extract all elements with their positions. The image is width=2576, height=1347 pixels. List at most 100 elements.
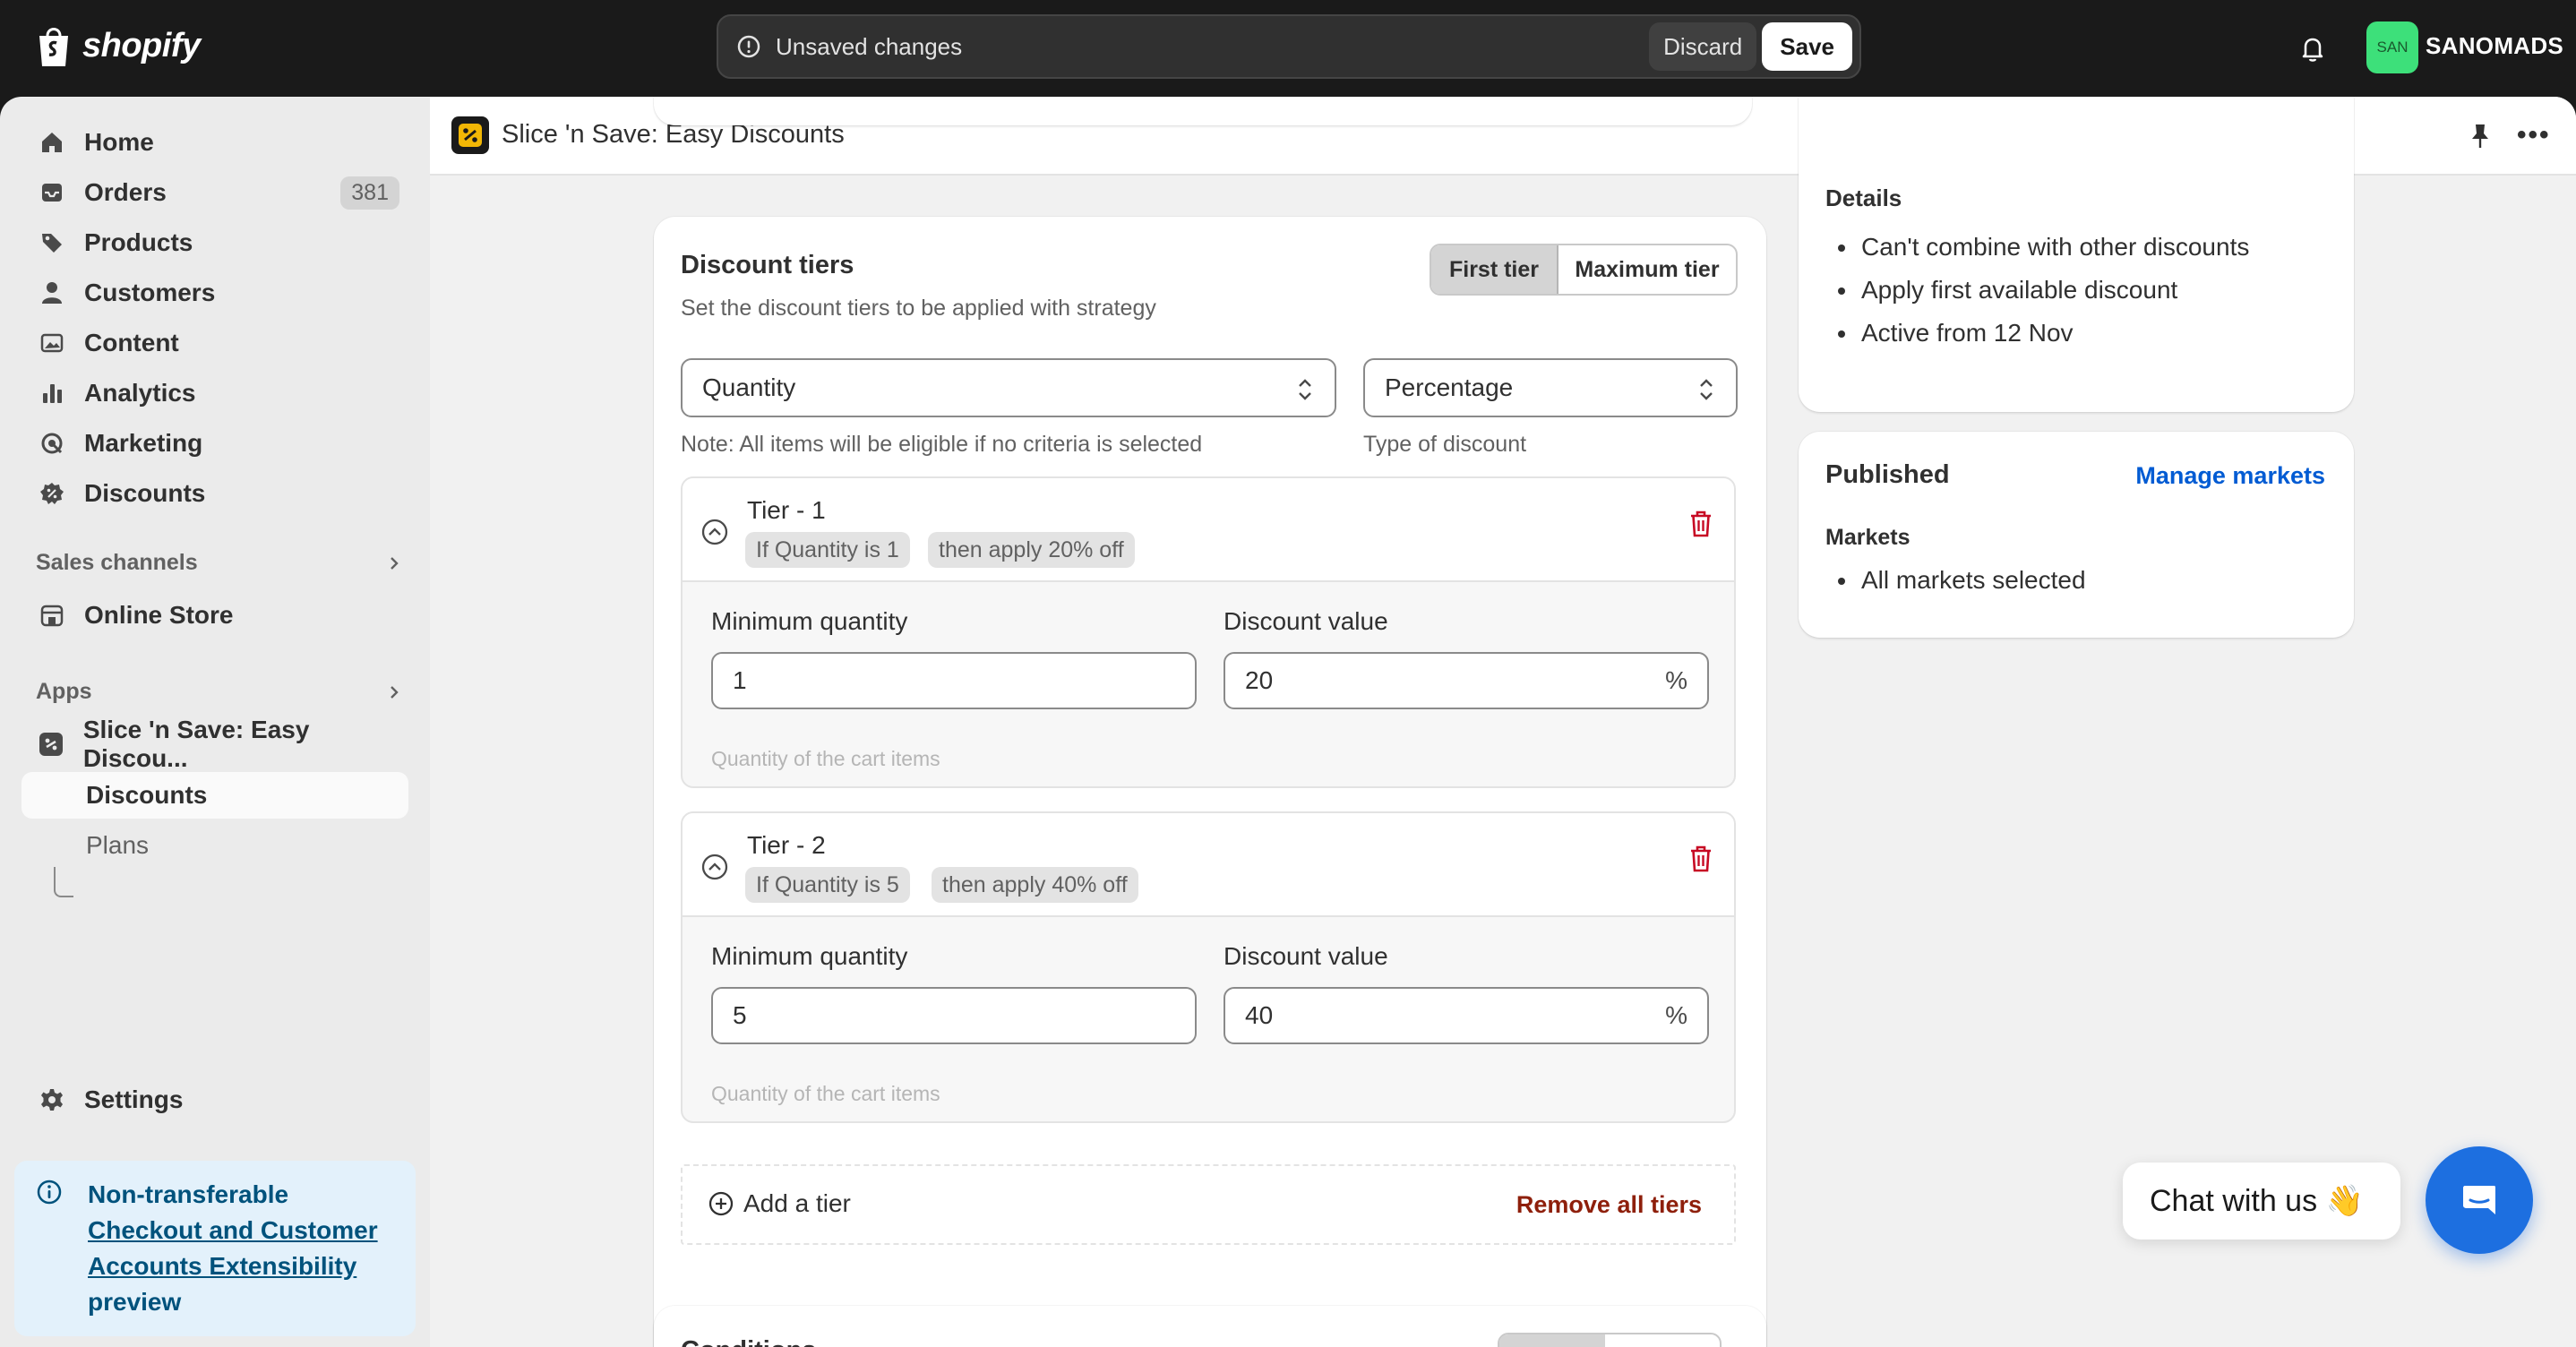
criteria-select[interactable]: Quantity: [681, 358, 1336, 417]
store-avatar[interactable]: SAN: [2366, 21, 2418, 73]
shopify-logo[interactable]: shopify: [34, 23, 201, 68]
discount-value-input[interactable]: 40 %: [1224, 987, 1709, 1044]
tier-result-tag: then apply 20% off: [928, 532, 1135, 568]
info-icon: [37, 1180, 62, 1205]
sidebar-item-products[interactable]: Products: [21, 219, 408, 267]
tier-condition-tag: If Quantity is 1: [745, 532, 910, 568]
sidebar-item-marketing[interactable]: Marketing: [21, 419, 408, 468]
sidebar-item-online-store[interactable]: Online Store: [21, 591, 408, 639]
app-icon: [38, 730, 65, 759]
save-button[interactable]: Save: [1762, 22, 1852, 71]
discount-type-select[interactable]: Percentage: [1363, 358, 1738, 417]
discount-value-label: Discount value: [1224, 607, 1388, 635]
conditions-toggle[interactable]: [1498, 1333, 1722, 1347]
target-icon: [38, 429, 66, 458]
percent-suffix: %: [1665, 666, 1687, 694]
banner-suffix: preview: [88, 1288, 182, 1316]
sidebar-item-app[interactable]: Slice 'n Save: Easy Discou...: [21, 716, 408, 772]
shopify-bag-icon: [39, 28, 68, 66]
remove-all-tiers-button[interactable]: Remove all tiers: [1516, 1191, 1702, 1219]
sidebar-item-settings[interactable]: Settings: [21, 1076, 408, 1124]
previous-card: [654, 97, 1752, 125]
conditions-toggle-selected[interactable]: [1499, 1334, 1605, 1347]
tier-actions-row: Add a tier Remove all tiers: [681, 1164, 1736, 1245]
tab-maximum-tier[interactable]: Maximum tier: [1558, 245, 1736, 294]
sidebar-item-label: Home: [84, 128, 154, 156]
sidebar-sub-item-plans[interactable]: Plans: [21, 822, 408, 869]
chat-launcher-button[interactable]: [2426, 1146, 2533, 1254]
markets-item: All markets selected: [1825, 559, 2086, 602]
discount-value: 20: [1245, 666, 1274, 694]
sales-channels-section[interactable]: Sales channels: [36, 550, 403, 576]
minimum-quantity-input[interactable]: 1: [711, 652, 1197, 709]
tag-icon: [38, 228, 66, 257]
sidebar-item-home[interactable]: Home: [21, 118, 408, 167]
discount-type-value: Percentage: [1385, 373, 1514, 401]
published-title: Published: [1825, 460, 1950, 489]
sidebar-item-label: Slice 'n Save: Easy Discou...: [82, 716, 310, 772]
sidebar-item-label: Customers: [84, 279, 216, 306]
discount-value: 40: [1245, 1001, 1274, 1029]
sales-channels-label: Sales channels: [36, 550, 198, 575]
inbox-icon: [38, 178, 66, 207]
published-card: Published Manage markets Markets All mar…: [1799, 432, 2354, 638]
minimum-quantity-value: 1: [733, 666, 747, 694]
home-icon: [38, 128, 66, 157]
sidebar-item-label: Products: [84, 228, 193, 256]
sidebar-sub-item-discounts[interactable]: Discounts: [21, 772, 408, 819]
markets-list: All markets selected: [1825, 559, 2086, 602]
tier-condition-tag: If Quantity is 5: [745, 867, 910, 903]
notifications-bell-icon[interactable]: [2295, 30, 2331, 66]
select-chevron-icon: [1700, 379, 1713, 400]
info-banner: Non-transferable Checkout and Customer A…: [14, 1161, 416, 1336]
details-item: Can't combine with other discounts: [1825, 226, 2249, 269]
sidebar-item-discounts[interactable]: Discounts: [21, 469, 408, 518]
select-chevron-icon: [1299, 379, 1311, 400]
extensibility-preview-link[interactable]: Checkout and Customer Accounts Extensibi…: [88, 1216, 378, 1280]
collapse-chevron-icon[interactable]: [700, 518, 729, 546]
sidebar-item-label: Discounts: [84, 479, 206, 507]
app-logo-icon: [451, 116, 489, 154]
details-title: Details: [1825, 184, 1902, 211]
sidebar-item-label: Online Store: [84, 601, 234, 629]
top-bar: shopify Unsaved changes Discard Save SAN…: [0, 0, 2576, 97]
apps-section[interactable]: Apps: [36, 679, 403, 705]
tree-connector: [54, 867, 73, 897]
tier-header[interactable]: Tier - 1 If Quantity is 1 then apply 20%…: [683, 478, 1734, 582]
pin-icon[interactable]: [2467, 122, 2494, 150]
unsaved-changes-bar: Unsaved changes Discard Save: [717, 14, 1861, 79]
markets-label: Markets: [1825, 525, 1911, 550]
minimum-quantity-label: Minimum quantity: [711, 942, 908, 970]
sidebar-item-analytics[interactable]: Analytics: [21, 369, 408, 417]
sidebar-item-orders[interactable]: Orders 381: [21, 168, 408, 217]
sidebar-item-content[interactable]: Content: [21, 319, 408, 367]
discount-tiers-subtitle: Set the discount tiers to be applied wit…: [681, 296, 1156, 321]
store-name[interactable]: SANOMADS: [2426, 32, 2563, 60]
details-item: Active from 12 Nov: [1825, 312, 2249, 355]
delete-tier-icon[interactable]: [1687, 844, 1714, 874]
discard-button[interactable]: Discard: [1649, 22, 1757, 71]
collapse-chevron-icon[interactable]: [700, 853, 729, 881]
tier-header[interactable]: Tier - 2 If Quantity is 5 then apply 40%…: [683, 813, 1734, 917]
discount-tiers-title: Discount tiers: [681, 251, 854, 279]
chat-with-us-bubble[interactable]: Chat with us 👋: [2123, 1163, 2400, 1240]
store-icon: [38, 601, 66, 630]
sidebar-item-label: Settings: [84, 1085, 184, 1113]
minimum-quantity-input[interactable]: 5: [711, 987, 1197, 1044]
discount-tiers-card: Discount tiers Set the discount tiers to…: [654, 217, 1766, 1347]
criteria-note: Note: All items will be eligible if no c…: [681, 432, 1203, 457]
conditions-title: Conditions: [681, 1336, 816, 1347]
more-actions-icon[interactable]: •••: [2517, 120, 2551, 150]
person-icon: [38, 279, 66, 307]
gear-icon: [38, 1085, 66, 1114]
delete-tier-icon[interactable]: [1687, 509, 1714, 539]
sidebar-item-label: Marketing: [84, 429, 203, 457]
discount-value-input[interactable]: 20 %: [1224, 652, 1709, 709]
add-tier-button[interactable]: Add a tier: [708, 1189, 851, 1218]
sidebar-item-customers[interactable]: Customers: [21, 269, 408, 317]
manage-markets-link[interactable]: Manage markets: [2135, 462, 2325, 490]
conditions-card: Conditions: [654, 1306, 1766, 1347]
tier-name: Tier - 2: [747, 831, 826, 859]
tab-first-tier[interactable]: First tier: [1431, 245, 1558, 294]
sidebar-item-label: Orders: [84, 178, 167, 206]
